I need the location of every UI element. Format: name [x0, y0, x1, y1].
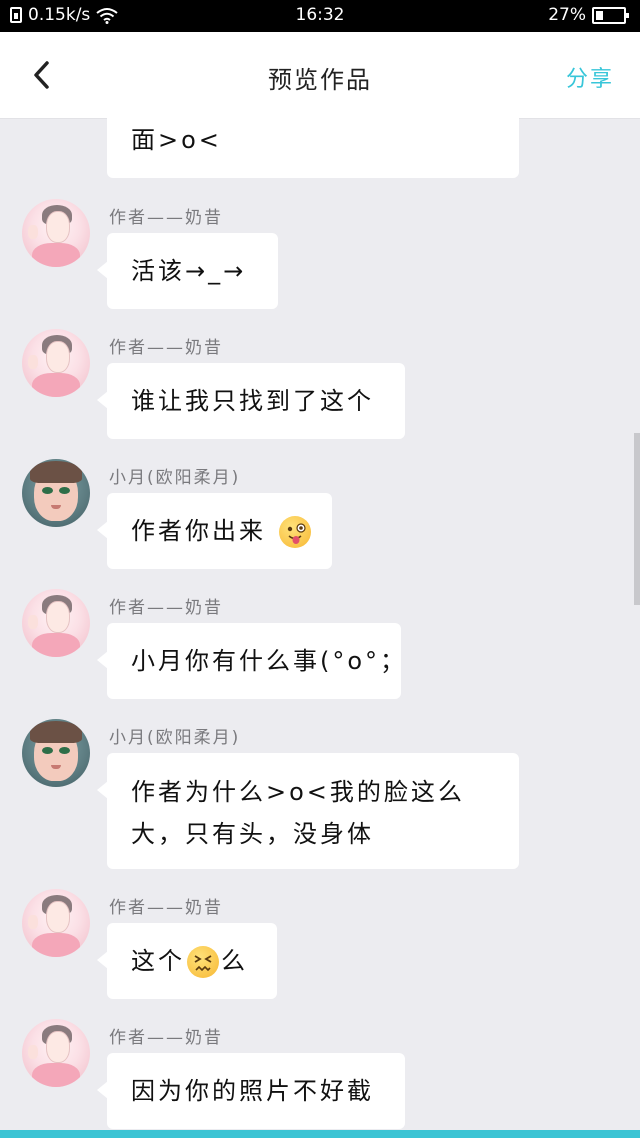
avatar[interactable] [22, 199, 90, 267]
chat-list[interactable]: 面>o< 作者——奶昔 活该→_→ 作者——奶昔 谁让我只找到了这个 小月(欧阳… [0, 118, 640, 1130]
message-bubble: 这个 么 [97, 923, 277, 999]
sender-name: 作者——奶昔 [109, 208, 223, 228]
bottom-accent-bar [0, 1130, 640, 1138]
avatar[interactable] [22, 719, 90, 787]
message-text: 么 [221, 947, 248, 975]
sender-name: 作者——奶昔 [109, 598, 223, 618]
message-text: 活该→_→ [131, 257, 247, 285]
confounded-face-emoji [187, 946, 219, 978]
avatar[interactable] [22, 1019, 90, 1087]
message-text-line: 作者为什么>o<我的脸这么 [131, 778, 465, 806]
scrollbar[interactable] [634, 433, 640, 605]
message-bubble: 谁让我只找到了这个 [97, 363, 405, 439]
message-bubble: 小月你有什么事(°o°； [97, 623, 404, 699]
clock: 16:32 [295, 5, 345, 25]
sender-name: 作者——奶昔 [109, 1028, 223, 1048]
message-bubble: 活该→_→ [97, 233, 278, 309]
battery-percent: 27% [548, 5, 586, 25]
message-text: 面>o< [131, 126, 222, 154]
message-bubble: 作者你出来 [97, 493, 332, 569]
winking-tongue-emoji [278, 516, 311, 548]
avatar[interactable] [22, 889, 90, 957]
message-bubble: 因为你的照片不好截 [97, 1053, 405, 1129]
page-title: 预览作品 [268, 66, 372, 94]
app-header: 预览作品 分享 [0, 32, 640, 119]
message-text-line: 大，只有头，没身体 [131, 820, 374, 848]
sender-name: 小月(欧阳柔月) [109, 468, 241, 488]
status-right: 27% [548, 5, 629, 25]
status-bar: 0.15k/s 16:32 27% [0, 0, 640, 32]
message-text: 作者你出来 [131, 517, 266, 545]
sender-name: 小月(欧阳柔月) [109, 728, 241, 748]
sender-name: 作者——奶昔 [109, 898, 223, 918]
message-text: 小月你有什么事(°o°； [131, 647, 408, 675]
message-text: 这个 [131, 947, 185, 975]
battery-icon [592, 6, 629, 24]
message-bubble: 面>o< [107, 118, 519, 178]
message-text: 因为你的照片不好截 [131, 1077, 374, 1105]
message-text: 谁让我只找到了这个 [131, 387, 374, 415]
avatar[interactable] [22, 329, 90, 397]
avatar[interactable] [22, 459, 90, 527]
avatar[interactable] [22, 589, 90, 657]
message-bubble: 作者为什么>o<我的脸这么 大，只有头，没身体 [97, 753, 519, 869]
sender-name: 作者——奶昔 [109, 338, 223, 358]
share-button[interactable]: 分享 [566, 61, 614, 93]
